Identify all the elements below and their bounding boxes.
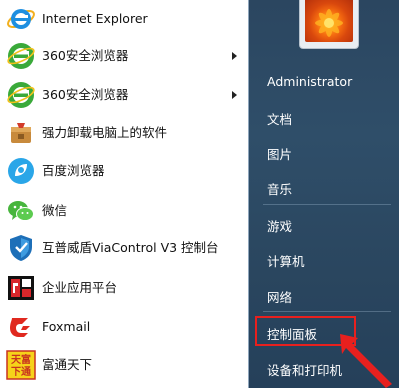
submenu-arrow-icon[interactable] [232, 91, 237, 99]
uninstaller-icon [11, 123, 31, 143]
program-360-browser-2[interactable]: 360安全浏览器 [0, 76, 246, 113]
program-foxmail[interactable]: Foxmail [0, 308, 246, 345]
program-label: 百度浏览器 [42, 163, 105, 178]
program-label: 强力卸载电脑上的软件 [42, 125, 168, 140]
divider [263, 311, 391, 312]
program-baidu-browser[interactable]: 百度浏览器 [0, 152, 246, 189]
user-avatar-frame[interactable] [299, 0, 359, 49]
baidu-browser-icon [8, 158, 34, 184]
program-label: 富通天下 [42, 357, 93, 372]
programs-pane: Internet Explorer 360安全浏览器 360安全浏览器 强力卸载… [0, 0, 248, 388]
program-label: Foxmail [42, 319, 91, 334]
shield-icon [10, 235, 32, 261]
program-label: 互普威盾ViaControl V3 控制台 [42, 240, 219, 255]
program-viacontrol[interactable]: 互普威盾ViaControl V3 控制台 [0, 229, 246, 266]
svg-text:天富: 天富 [11, 353, 31, 366]
enterprise-app-icon [8, 276, 34, 300]
svg-text:下通: 下通 [11, 366, 31, 378]
computer-link[interactable]: 计算机 [267, 251, 305, 270]
program-wechat[interactable]: 微信 [0, 192, 246, 229]
futong-icon: 天富 下通 [6, 350, 36, 380]
flower-icon [315, 9, 343, 37]
games-link[interactable]: 游戏 [267, 216, 292, 235]
program-uninstaller[interactable]: 强力卸载电脑上的软件 [0, 114, 246, 151]
program-360-browser[interactable]: 360安全浏览器 [0, 37, 246, 74]
program-label: 微信 [42, 203, 68, 218]
program-label: 360安全浏览器 [42, 48, 129, 63]
user-name-link[interactable]: Administrator [267, 74, 352, 89]
divider [263, 204, 391, 205]
360-browser-icon [7, 82, 35, 108]
program-internet-explorer[interactable]: Internet Explorer [0, 0, 246, 37]
pictures-link[interactable]: 图片 [267, 144, 292, 163]
program-enterprise-app[interactable]: 企业应用平台 [0, 269, 246, 306]
360-browser-icon [7, 43, 35, 69]
network-link[interactable]: 网络 [267, 287, 292, 306]
program-label: Internet Explorer [42, 11, 148, 26]
submenu-arrow-icon[interactable] [232, 52, 237, 60]
music-link[interactable]: 音乐 [267, 179, 292, 198]
program-label: 360安全浏览器 [42, 87, 129, 102]
devices-printers-link[interactable]: 设备和打印机 [267, 360, 342, 379]
wechat-icon [8, 201, 34, 221]
internet-explorer-icon [7, 9, 35, 29]
documents-link[interactable]: 文档 [267, 109, 292, 128]
program-label: 企业应用平台 [42, 280, 118, 295]
control-panel-link[interactable]: 控制面板 [267, 324, 317, 343]
annotation-arrow-icon [340, 334, 392, 388]
foxmail-icon [10, 318, 30, 337]
avatar[interactable] [305, 0, 353, 42]
program-futong[interactable]: 天富 下通 富通天下 [0, 346, 246, 383]
